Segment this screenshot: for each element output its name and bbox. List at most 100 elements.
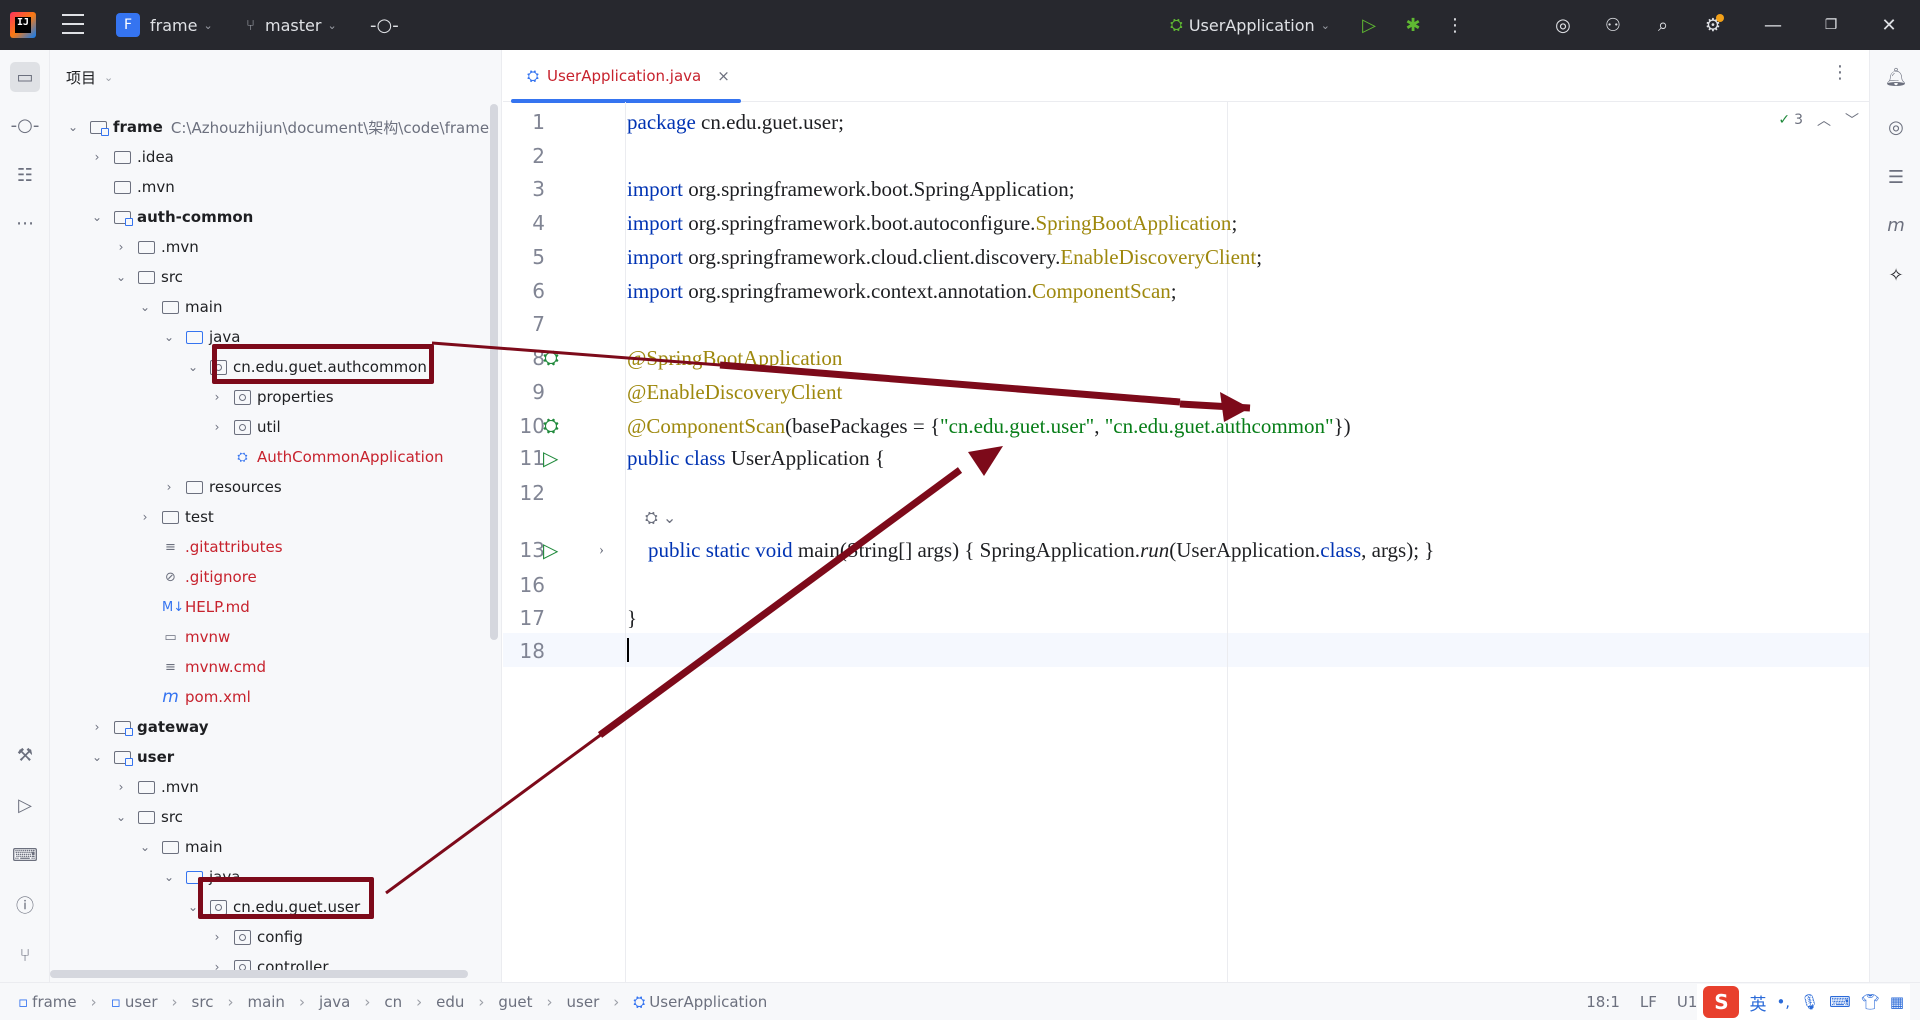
run-gutter-icon[interactable]: ▷ [543,446,558,471]
project-tool-icon[interactable]: ▭ [10,62,40,92]
chevron-right-icon[interactable]: › [114,240,128,254]
build-tool-icon[interactable]: ⚒ [10,740,40,770]
line-number[interactable]: 16 [503,573,545,597]
line-number[interactable]: 17 [503,606,545,630]
tree-item[interactable]: ⌄ src [50,802,490,832]
main-menu-icon[interactable] [62,14,84,34]
tree-item[interactable]: ⛭ AuthCommonApplication [50,442,490,472]
tree-item[interactable]: › .mvn [50,232,490,262]
run-icon[interactable]: ▷ [1348,0,1390,50]
tree-item[interactable]: › properties [50,382,490,412]
punctuation-icon[interactable]: •, [1776,993,1790,1011]
chevron-down-icon[interactable]: ⌄ [138,300,152,314]
line-number[interactable]: 10 [503,414,545,438]
git-tool-icon[interactable]: ⑂ [10,940,40,970]
tree-item[interactable]: .mvn [50,172,490,202]
structure-tool-icon[interactable]: ☷ [10,160,40,190]
chevron-right-icon[interactable]: › [90,150,104,164]
line-number[interactable]: 9 [503,380,545,404]
intellij-logo-icon[interactable]: IJ [10,12,36,38]
tree-item[interactable]: ⊘ .gitignore [50,562,490,592]
breadcrumb-item[interactable]: main [247,993,284,1011]
project-panel-header[interactable]: 项目 ⌄ [50,50,501,104]
ai-assistant-icon[interactable]: ◎ [1542,0,1584,50]
plugin-icon[interactable]: ✧ [1881,260,1911,290]
tree-item[interactable]: › test [50,502,490,532]
line-number[interactable]: 1 [503,110,545,134]
line-number[interactable]: 11 [503,446,545,470]
more-actions-icon[interactable]: ⋮ [1434,0,1476,50]
tree-item[interactable]: ⌄ src [50,262,490,292]
tab-options-icon[interactable]: ⋮ [1831,62,1849,83]
line-number[interactable]: 6 [503,279,545,303]
commit-tool-icon[interactable]: -○- [10,110,40,140]
spring-bean-gutter-icon[interactable]: ⛭ [543,415,559,438]
tree-vertical-scrollbar[interactable] [490,104,498,640]
spring-bean-gutter-icon[interactable]: ⛭ [543,347,559,370]
chevron-down-icon[interactable]: ⌄ [90,210,104,224]
tree-item[interactable]: › .idea [50,142,490,172]
microphone-icon[interactable]: 🎙︎ [1800,993,1819,1011]
tree-item[interactable]: ▭ mvnw [50,622,490,652]
line-number[interactable]: 8 [503,346,545,370]
chevron-down-icon[interactable]: ⌄ [162,870,176,884]
line-number[interactable]: 18 [503,639,545,663]
line-number[interactable]: 2 [503,144,545,168]
chevron-down-icon[interactable]: ⌄ [186,360,200,374]
tree-item[interactable]: › config [50,922,490,952]
chevron-right-icon[interactable]: › [162,480,176,494]
problems-tool-icon[interactable]: ⓘ [10,890,40,920]
line-number[interactable]: 12 [503,481,545,505]
maven-icon[interactable]: m [1881,210,1911,240]
chevron-right-icon[interactable]: › [210,390,224,404]
keyboard-icon[interactable]: ⌨ [1829,993,1851,1011]
tree-item[interactable]: ⌄ main [50,832,490,862]
tree-item[interactable]: m pom.xml [50,682,490,712]
chevron-down-icon[interactable]: ⌄ [114,810,128,824]
ime-language[interactable]: 英 [1749,990,1766,1015]
notifications-bell-icon[interactable]: 🔔︎ [1881,62,1911,92]
caret-position[interactable]: 18:1 [1586,993,1620,1011]
breadcrumb-item[interactable]: cn [384,993,402,1011]
restore-icon[interactable]: ❐ [1810,0,1852,50]
breadcrumb-item[interactable]: src [192,993,214,1011]
breadcrumb-item[interactable]: java [319,993,350,1011]
breadcrumb-item[interactable]: edu [436,993,464,1011]
close-tab-icon[interactable]: × [717,67,730,85]
more-tools-icon[interactable]: ⋯ [10,208,40,238]
skin-icon[interactable]: 👕︎ [1861,993,1880,1011]
settings-gear-icon[interactable]: ⚙ [1692,0,1734,50]
minimize-icon[interactable]: — [1752,0,1794,50]
chevron-down-icon[interactable]: ⌄ [138,840,152,854]
tree-item[interactable]: › util [50,412,490,442]
chevron-right-icon[interactable]: › [210,420,224,434]
add-user-icon[interactable]: ⚇ [1592,0,1634,50]
breadcrumb-item[interactable]: UserApplication [649,993,767,1011]
line-number[interactable]: 5 [503,245,545,269]
tree-item[interactable]: M↓ HELP.md [50,592,490,622]
line-number[interactable]: 13 [503,538,545,562]
debug-icon[interactable]: ✱ [1392,0,1434,50]
code-editor[interactable]: ⛭ UserApplication.java × ⋮ ✓ 3 ︿ ﹀ 1 pack… [503,50,1869,982]
tree-item[interactable]: › resources [50,472,490,502]
breadcrumb-item[interactable]: user [125,993,158,1011]
chevron-right-icon[interactable]: › [138,510,152,524]
line-number[interactable]: 7 [503,312,545,336]
breadcrumb-item[interactable]: guet [498,993,532,1011]
chevron-down-icon[interactable]: ⌄ [162,330,176,344]
branch-switcher[interactable]: ⑂ master ⌄ [246,0,337,50]
chevron-right-icon[interactable]: › [90,720,104,734]
tree-item[interactable]: ⌄ main [50,292,490,322]
spring-hint-icon[interactable]: ⛭ ⌄ [645,508,676,528]
line-number[interactable]: 4 [503,211,545,235]
run-gutter-icon[interactable]: ▷ [543,538,558,563]
run-config-selector[interactable]: ⛭ UserApplication ⌄ [1170,0,1330,50]
tree-item[interactable]: ≡ mvnw.cmd [50,652,490,682]
tree-item[interactable]: ⌄ frame C:\Azhouzhijun\document\架构\code\fr… [50,112,490,142]
file-encoding[interactable]: U1 [1677,993,1698,1011]
chevron-down-icon[interactable]: ⌄ [90,750,104,764]
tree-horizontal-scrollbar[interactable] [50,970,468,978]
services-tool-icon[interactable]: ▷ [10,790,40,820]
close-window-icon[interactable]: ✕ [1868,0,1910,50]
sogou-logo-icon[interactable]: S [1703,986,1740,1018]
